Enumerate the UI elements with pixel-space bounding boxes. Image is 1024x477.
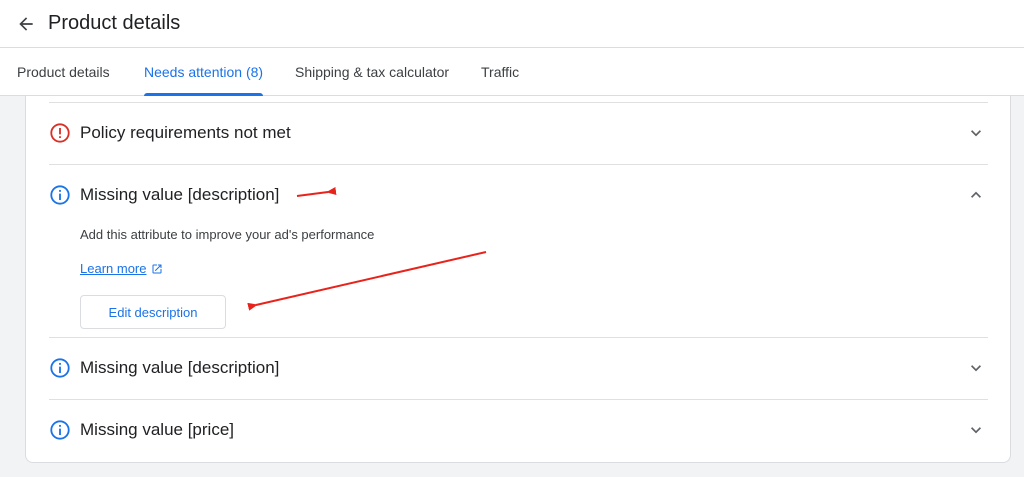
open-in-new-icon [152,264,162,273]
issue-title: Missing value [description] [80,358,280,377]
learn-more-label: Learn more [80,261,147,276]
tab-needs-attention[interactable]: Needs attention (8) [144,48,264,96]
chevron-up-icon[interactable] [966,185,986,205]
error-icon [50,123,70,143]
back-button[interactable] [14,12,38,36]
tab-label: Product details [17,64,110,80]
edit-description-button[interactable]: Edit description [80,295,226,329]
issue-title: Missing value [price] [80,420,235,439]
chevron-down-icon[interactable] [966,420,986,440]
info-icon [50,358,70,378]
learn-more-link[interactable]: Learn more [80,261,163,276]
tab-bar: Product details Needs attention (8) Ship… [0,48,1024,96]
tab-label: Needs attention (8) [144,64,264,80]
issue-row-missing-price[interactable]: Missing value [price] [49,400,988,460]
tab-shipping-tax-calculator[interactable]: Shipping & tax calculator [295,48,449,96]
arrow-back-icon [19,16,33,31]
tab-label: Shipping & tax calculator [295,64,450,80]
chevron-down-icon[interactable] [966,358,986,378]
tab-traffic[interactable]: Traffic [481,48,519,96]
page-title: Product details [48,12,181,34]
issue-row-policy-requirements[interactable]: Policy requirements not met [49,103,988,163]
top-app-bar: Product details [0,0,1024,48]
tab-product-details[interactable]: Product details [17,48,110,96]
issue-title: Policy requirements not met [80,123,291,142]
issue-row-missing-description[interactable]: Missing value [description] [49,165,988,225]
tab-label: Traffic [481,64,520,80]
issues-card: Policy requirements not met Missing valu… [25,96,1011,463]
issue-description: Add this attribute to improve your ad's … [80,227,375,242]
issue-title: Missing value [description] [80,185,280,204]
info-icon [50,420,70,440]
issue-row-missing-description-2[interactable]: Missing value [description] [49,338,988,398]
info-icon [50,185,70,205]
chevron-down-icon[interactable] [966,123,986,143]
